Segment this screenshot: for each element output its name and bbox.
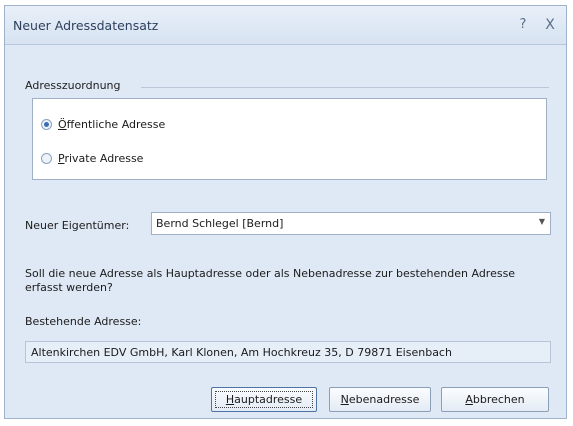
owner-dropdown[interactable]: Bernd Schlegel [Bernd] ▼ [151,212,551,235]
radio-button-unchecked[interactable] [41,152,52,164]
hauptadresse-button[interactable]: Hauptadresse [211,387,317,412]
group-divider [141,87,549,88]
group-label-adresszuordnung: Adresszuordnung [25,79,121,92]
radio-button-checked[interactable] [41,118,52,130]
cancel-button[interactable]: Abbrechen [441,387,549,412]
help-icon[interactable]: ? [514,16,532,34]
window-title: Neuer Adressdatensatz [13,18,159,33]
title-bar[interactable]: Neuer Adressdatensatz ? X [5,6,566,45]
question-text: Soll die neue Adresse als Hauptadresse o… [25,267,516,294]
radio-public-address[interactable]: Öffentliche Adresse [41,116,165,132]
dialog-window: Neuer Adressdatensatz ? X Adresszuordnun… [4,5,567,419]
radio-label-public: Öffentliche Adresse [58,117,166,131]
address-type-panel: Öffentliche Adresse Private Adresse [32,98,547,180]
nebenadresse-button[interactable]: Nebenadresse [329,387,431,412]
chevron-down-icon[interactable]: ▼ [539,217,545,226]
dialog-content: Adresszuordnung Öffentliche Adresse Priv… [5,45,566,418]
radio-private-address[interactable]: Private Adresse [41,150,143,166]
owner-selected-value: Bernd Schlegel [Bernd] [156,217,284,230]
existing-address-label: Bestehende Adresse: [25,315,142,328]
radio-label-private: Private Adresse [58,151,144,165]
existing-address-value: Altenkirchen EDV GmbH, Karl Klonen, Am H… [31,346,452,359]
owner-label: Neuer Eigentümer: [25,219,130,232]
close-icon[interactable]: X [541,16,559,34]
existing-address-field: Altenkirchen EDV GmbH, Karl Klonen, Am H… [25,341,551,363]
